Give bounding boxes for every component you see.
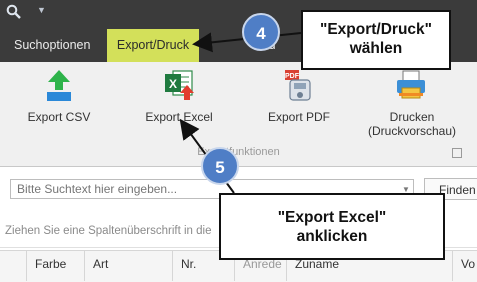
callout-5-line2: anklicken <box>296 228 368 245</box>
callout-4-line2: wählen <box>349 40 403 57</box>
step-badge-4: 4 <box>242 13 280 51</box>
callout-step-4: "Export/Druck" wählen <box>301 10 451 70</box>
callout-4-line1: "Export/Druck" <box>319 21 433 38</box>
callout-5-line1: "Export Excel" <box>277 209 387 226</box>
step-badge-5: 5 <box>201 147 239 185</box>
callout-step-5: "Export Excel" anklicken <box>219 193 445 260</box>
